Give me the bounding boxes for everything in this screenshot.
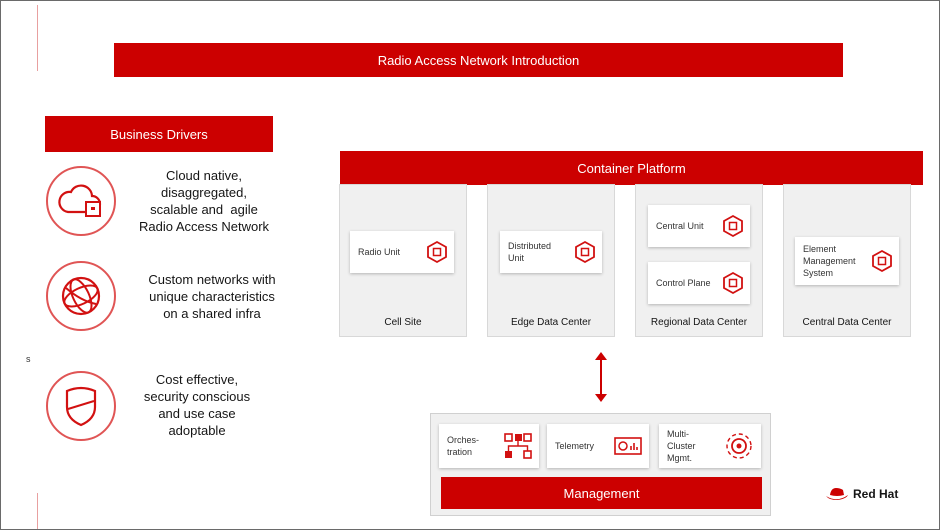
brand-name: Red Hat <box>853 487 899 501</box>
site-central-data-center: Element Management System Central Data C… <box>783 184 911 337</box>
driver-line: Cost effective, <box>155 372 239 387</box>
accent-line-top <box>37 5 38 71</box>
site-label: Cell Site <box>384 317 422 328</box>
unit-card: Distributed Unit <box>500 231 602 273</box>
unit-card: Central Unit <box>648 205 750 247</box>
driver-line: adoptable <box>168 423 226 438</box>
mgmt-label: Multi- Cluster Mgmt. <box>667 429 696 463</box>
driver-line: security conscious <box>143 389 251 404</box>
unit-label: Control Plane <box>656 278 711 288</box>
slide: Radio Access Network Introduction Busine… <box>0 0 940 530</box>
driver-line: Custom networks with <box>148 272 276 287</box>
title-bar: Radio Access Network Introduction <box>114 43 843 77</box>
management-bar: Management <box>441 477 762 509</box>
unit-label: Distributed Unit <box>508 241 552 263</box>
orchestration-icon <box>504 433 532 459</box>
unit-card: Element Management System <box>795 237 899 285</box>
driver-icon-circle <box>46 371 116 441</box>
mgmt-card: Telemetry <box>547 424 649 468</box>
unit-card: Radio Unit <box>350 231 454 273</box>
unit-label: Element Management System <box>803 244 856 278</box>
site-edge-data-center: Distributed Unit Edge Data Center <box>487 184 615 337</box>
driver-line: disaggregated, <box>160 185 247 200</box>
driver-line: and use case <box>158 406 236 421</box>
mgmt-card: Multi- Cluster Mgmt. <box>659 424 761 468</box>
site-label: Central Data Center <box>802 317 892 328</box>
unit-hex-icon <box>426 240 448 264</box>
accent-line-bottom <box>37 493 38 529</box>
unit-hex-icon <box>871 249 893 273</box>
bidirectional-arrow-icon <box>595 352 607 402</box>
unit-hex-icon <box>722 214 744 238</box>
driver-icon-circle <box>46 261 116 331</box>
site-label: Edge Data Center <box>510 317 592 328</box>
telemetry-icon <box>614 437 642 455</box>
driver-line: scalable and agile <box>150 202 258 217</box>
network-globe-icon <box>61 276 101 316</box>
site-regional-data-center: Central Unit Control Plane Regional Data… <box>635 184 763 337</box>
business-drivers-header: Business Drivers <box>45 116 273 152</box>
management-panel: Orches- tration Telemetry Multi- Cluster <box>430 413 771 516</box>
driver-line: on a shared infra <box>163 306 261 321</box>
stray-mark: s <box>26 354 31 364</box>
site-label: Regional Data Center <box>650 317 748 328</box>
driver-line: unique characteristics <box>149 289 275 304</box>
management-title: Management <box>563 485 640 501</box>
driver-text: Cost effective, security conscious and u… <box>112 371 282 439</box>
business-drivers-title: Business Drivers <box>110 126 208 142</box>
container-platform-title: Container Platform <box>577 160 686 176</box>
red-hat-fedora-icon <box>826 488 848 500</box>
driver-icon-circle <box>46 166 116 236</box>
unit-hex-icon <box>574 240 596 264</box>
driver-text: Cloud native, disaggregated, scalable an… <box>119 167 289 235</box>
unit-label: Radio Unit <box>358 247 401 257</box>
mgmt-label: Orches- tration <box>447 435 480 457</box>
driver-line: Cloud native, <box>166 168 242 183</box>
multi-cluster-gear-icon <box>726 433 752 459</box>
shield-icon <box>65 386 97 427</box>
unit-hex-icon <box>722 271 744 295</box>
unit-label: Central Unit <box>656 221 704 231</box>
site-cell: Radio Unit Cell Site <box>339 184 467 337</box>
unit-card: Control Plane <box>648 262 750 304</box>
mgmt-card: Orches- tration <box>439 424 539 468</box>
driver-line: Radio Access Network <box>138 219 270 234</box>
mgmt-label: Telemetry <box>555 441 595 451</box>
cloud-icon <box>58 184 102 217</box>
red-hat-logo: Red Hat <box>824 485 898 503</box>
container-platform-header: Container Platform <box>340 151 923 185</box>
driver-text: Custom networks with unique characterist… <box>127 271 297 322</box>
page-title: Radio Access Network Introduction <box>377 52 580 68</box>
